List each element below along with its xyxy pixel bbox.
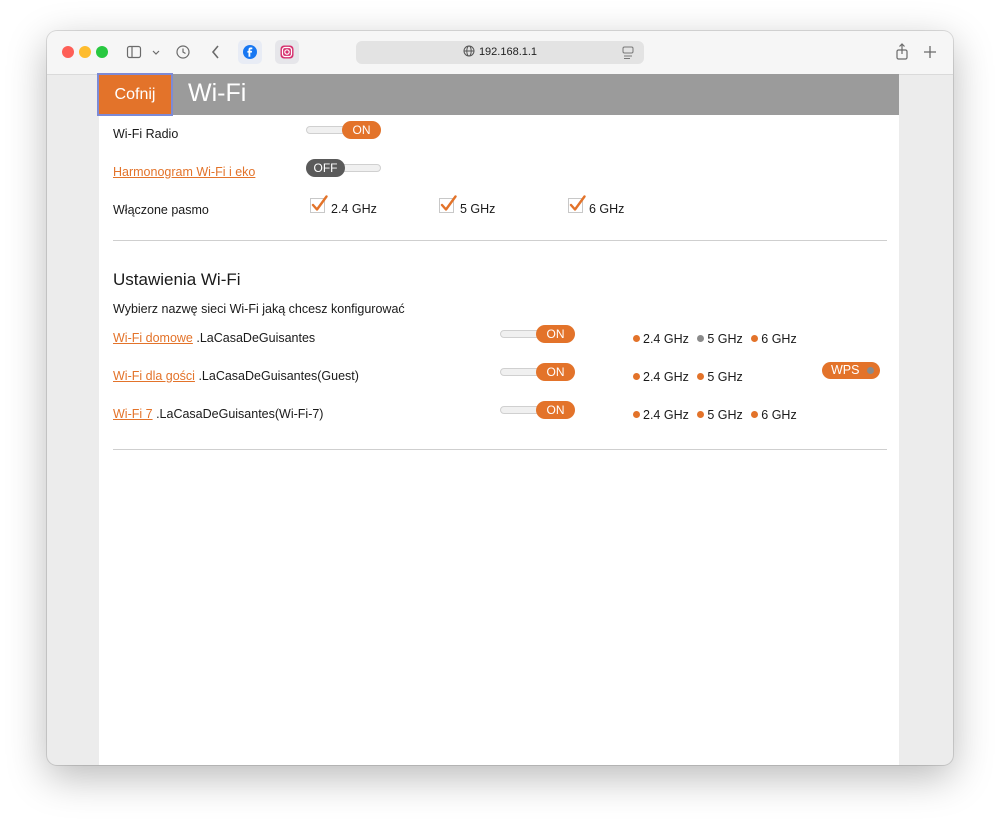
reader-mode-icon[interactable] [622,46,634,65]
wifi-guest-toggle[interactable]: ON [500,363,575,381]
toggle-state: ON [536,401,575,419]
band-5ghz-checkbox[interactable] [439,195,457,213]
address-bar[interactable]: 192.168.1.1 [356,41,644,64]
page-content: Cofnij Wi-Fi Wi-Fi Radio ON Harmonogram … [97,73,899,765]
enabled-band-label: Włączone pasmo [113,203,209,217]
status-dot-icon [633,411,640,418]
wifi-settings-subtitle: Wybierz nazwę sieci Wi-Fi jaką chcesz ko… [113,302,405,316]
wifi-7-bands: 2.4 GHz 5 GHz 6 GHz [633,407,802,423]
wifi-home-bands: 2.4 GHz 5 GHz 6 GHz [633,331,802,347]
zoom-window-button[interactable] [96,46,108,58]
wifi-home-toggle[interactable]: ON [500,325,575,343]
band-6ghz-checkbox[interactable] [568,195,586,213]
wifi-7-link[interactable]: Wi-Fi 7 [113,407,153,421]
instagram-tab-icon[interactable] [275,40,299,64]
close-window-button[interactable] [62,46,74,58]
wifi-7-toggle[interactable]: ON [500,401,575,419]
band-indicator: 2.4 GHz [633,370,689,384]
facebook-tab-icon[interactable] [238,40,262,64]
band-6ghz-label: 6 GHz [589,202,625,216]
url-text: 192.168.1.1 [478,46,538,58]
wps-button[interactable]: WPS [822,362,880,379]
status-dot-icon [697,373,705,380]
history-clock-icon[interactable] [175,40,193,64]
chevron-down-icon[interactable] [151,40,163,64]
network-ssid: .LaCasaDeGuisantes(Guest) [198,369,359,383]
band-indicator: 2.4 GHz [633,408,689,422]
schedule-eco-link[interactable]: Harmonogram Wi-Fi i eko [113,164,255,180]
status-dot-icon [751,335,759,342]
band-indicator: 5 GHz [697,370,743,384]
browser-toolbar: 192.168.1.1 [47,31,953,75]
sidebar-toggle-icon[interactable] [126,40,144,64]
section-divider [113,449,887,450]
status-dot-icon [751,411,759,418]
page-title: Wi-Fi [188,79,247,107]
checkmark-icon [310,195,328,213]
schedule-eco-toggle[interactable]: OFF [306,159,381,177]
band-indicator: 5 GHz [697,332,743,346]
band-indicator: 2.4 GHz [633,332,689,346]
network-ssid: .LaCasaDeGuisantes(Wi-Fi-7) [156,407,324,421]
wifi-radio-toggle[interactable]: ON [306,121,381,139]
network-ssid: .LaCasaDeGuisantes [196,331,316,345]
network-row-wifi7: Wi-Fi 7 .LaCasaDeGuisantes(Wi-Fi-7) [113,406,323,422]
wifi-guest-link[interactable]: Wi-Fi dla gości [113,369,195,383]
wifi-home-link[interactable]: Wi-Fi domowe [113,331,193,345]
share-icon[interactable] [895,40,911,64]
status-dot-icon [633,335,640,342]
band-indicator: 6 GHz [751,332,797,346]
section-divider [113,240,887,241]
network-row-home: Wi-Fi domowe .LaCasaDeGuisantes [113,330,315,346]
checkmark-icon [568,195,586,213]
minimize-window-button[interactable] [79,46,91,58]
band-2-4ghz-checkbox[interactable] [310,195,328,213]
band-2-4ghz-label: 2.4 GHz [331,202,377,216]
toggle-state: OFF [306,159,345,177]
wifi-guest-bands: 2.4 GHz 5 GHz [633,369,748,385]
toggle-state: ON [536,363,575,381]
checkmark-icon [439,195,457,213]
wifi-radio-label: Wi-Fi Radio [113,127,179,141]
band-5ghz-label: 5 GHz [460,202,496,216]
browser-window: 192.168.1.1 Cofnij Wi-Fi Wi-Fi Radio ON … [47,31,953,765]
wifi-settings-title: Ustawienia Wi-Fi [113,270,241,289]
band-indicator: 6 GHz [751,408,797,422]
status-dot-icon [633,373,640,380]
toggle-state: ON [536,325,575,343]
status-dot-icon [867,367,874,374]
status-dot-icon [697,335,705,342]
back-button[interactable]: Cofnij [97,73,173,116]
network-row-guest: Wi-Fi dla gości .LaCasaDeGuisantes(Guest… [113,368,359,384]
new-tab-plus-icon[interactable] [923,40,939,64]
back-navigation-icon[interactable] [210,40,224,64]
band-indicator: 5 GHz [697,408,743,422]
page-header: Cofnij Wi-Fi [97,73,899,116]
toggle-state: ON [342,121,381,139]
globe-icon [463,43,475,66]
status-dot-icon [697,411,705,418]
wps-label: WPS [831,363,860,377]
